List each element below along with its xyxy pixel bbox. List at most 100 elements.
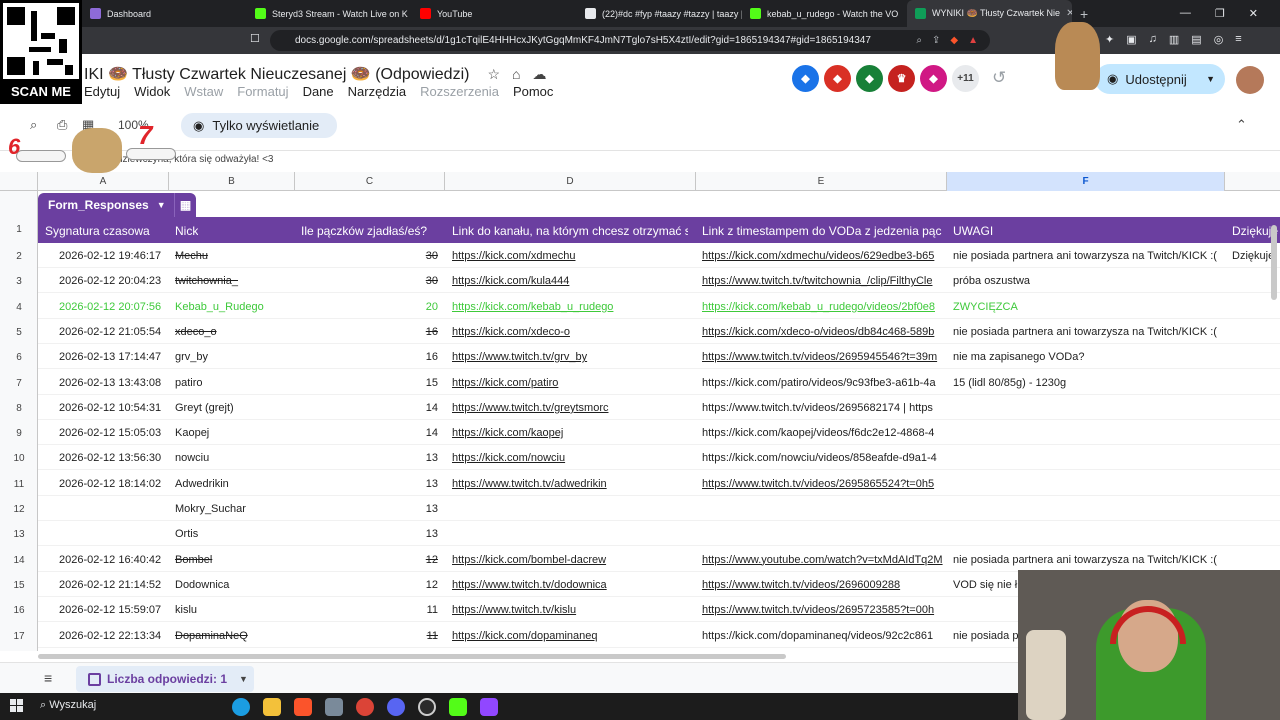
cell-vod-link[interactable]: https://www.twitch.tv/videos/2695723585?… bbox=[702, 604, 946, 616]
cell-channel-link[interactable]: https://kick.com/kebab_u_rudego bbox=[452, 301, 688, 313]
menu-insert[interactable]: Wstaw bbox=[184, 84, 223, 99]
windows-start-icon[interactable] bbox=[10, 699, 23, 712]
row-header[interactable]: 7 bbox=[0, 378, 38, 389]
kick-icon[interactable] bbox=[449, 698, 467, 716]
menu-format[interactable]: Formatuj bbox=[237, 84, 288, 99]
formula-bar[interactable]: dziewczyna, która się odważyła! <3 bbox=[0, 150, 1280, 171]
edge-icon[interactable] bbox=[232, 698, 250, 716]
app-icon[interactable] bbox=[325, 698, 343, 716]
file-explorer-icon[interactable] bbox=[263, 698, 281, 716]
discord-icon[interactable] bbox=[387, 698, 405, 716]
vertical-scrollbar[interactable] bbox=[1271, 225, 1277, 300]
obs-icon[interactable] bbox=[418, 698, 436, 716]
cell-vod-link[interactable]: https://kick.com/xdeco-o/videos/db84c468… bbox=[702, 326, 946, 338]
table-row[interactable]: 2026-02-12 10:54:31 Greyt (grejt) 14 https:… bbox=[38, 395, 1280, 420]
table-options-icon[interactable]: ▦ bbox=[174, 193, 196, 217]
cell-channel-link[interactable]: https://kick.com/kaopej bbox=[452, 427, 688, 439]
url-field[interactable]: docs.google.com/spreadsheets/d/1g1cTqilE… bbox=[270, 30, 990, 51]
maximize-icon[interactable]: ❐ bbox=[1215, 7, 1225, 20]
cell-channel-link[interactable]: https://www.twitch.tv/grv_by bbox=[452, 351, 688, 363]
menu-icon[interactable]: ≡ bbox=[1235, 33, 1241, 46]
cell-channel-link[interactable]: https://kick.com/xdmechu bbox=[452, 250, 688, 262]
row-header[interactable]: 2 bbox=[0, 251, 38, 262]
column-header-c[interactable]: C bbox=[295, 172, 445, 191]
menu-extensions[interactable]: Rozszerzenia bbox=[420, 84, 499, 99]
menu-help[interactable]: Pomoc bbox=[513, 84, 553, 99]
zoom-lens-icon[interactable]: ⌕ bbox=[916, 35, 922, 46]
table-row[interactable]: 2026-02-12 16:40:42 Bombel 12 https://kick.… bbox=[38, 547, 1280, 572]
table-row[interactable]: 2026-02-12 19:46:17 Mechu 30 https://kick.c… bbox=[38, 243, 1280, 268]
header-channel-link[interactable]: Link do kanału, na którym chcesz otrzyma… bbox=[452, 224, 688, 238]
sheet-tab-active[interactable]: Liczba odpowiedzi: 1 ▼ bbox=[76, 666, 254, 692]
cell-channel-link[interactable]: https://kick.com/patiro bbox=[452, 377, 688, 389]
table-row[interactable]: 2026-02-13 13:43:08 patiro 15 https://kick.… bbox=[38, 370, 1280, 395]
table-name-chip[interactable]: Form_Responses ▼ ▦ bbox=[38, 193, 196, 217]
brave-icon[interactable] bbox=[294, 698, 312, 716]
table-row[interactable]: 2026-02-12 15:05:03 Kaopej 14 https://kick.… bbox=[38, 420, 1280, 446]
media-icon[interactable]: ♫ bbox=[1149, 33, 1157, 46]
brave-rewards-icon[interactable]: ▲ bbox=[968, 35, 978, 46]
cell-channel-link[interactable]: https://www.twitch.tv/adwedrikin bbox=[452, 478, 688, 490]
cell-channel-link[interactable]: https://kick.com/xdeco-o bbox=[452, 326, 688, 338]
column-header-a[interactable]: A bbox=[38, 172, 169, 191]
cell-channel-link[interactable]: https://kick.com/kula444 bbox=[452, 275, 688, 287]
extensions-icon[interactable]: ✦ bbox=[1105, 33, 1114, 46]
row-header[interactable]: 8 bbox=[0, 403, 38, 414]
cell-channel-link[interactable]: https://kick.com/dopaminaneq bbox=[452, 630, 688, 642]
table-row[interactable]: 2026-02-12 20:04:23 twitchownia_ 30 https:/… bbox=[38, 268, 1280, 294]
star-icon[interactable]: ☆ bbox=[487, 66, 500, 83]
cell-vod-link[interactable]: https://www.twitch.tv/videos/2695682174 … bbox=[702, 402, 946, 414]
cell-vod-link[interactable]: https://kick.com/kebab_u_rudego/videos/2… bbox=[702, 301, 946, 313]
version-history-icon[interactable]: ↺ bbox=[992, 68, 1006, 88]
browser-tab-kebab-vod[interactable]: kebab_u_rudego - Watch the VO bbox=[742, 0, 907, 27]
vpn-icon[interactable]: ◎ bbox=[1214, 33, 1224, 46]
column-header-d[interactable]: D bbox=[445, 172, 696, 191]
document-title[interactable]: IKI 🍩 Tłusty Czwartek Nieuczesanej 🍩 (Od… bbox=[84, 64, 546, 84]
panel-icon[interactable]: ▥ bbox=[1169, 33, 1179, 46]
chrome-icon[interactable] bbox=[356, 698, 374, 716]
collaborator-avatar[interactable]: ◆ bbox=[824, 65, 851, 92]
column-header-g[interactable] bbox=[1225, 172, 1280, 191]
row-header[interactable]: 17 bbox=[0, 631, 38, 642]
cell-vod-link[interactable]: https://www.youtube.com/watch?v=txMdAIdT… bbox=[702, 554, 946, 566]
header-donut-count[interactable]: Ile pączków zjadłaś/eś? bbox=[301, 224, 446, 238]
header-notes[interactable]: UWAGI bbox=[953, 224, 993, 238]
close-window-icon[interactable]: ✕ bbox=[1249, 7, 1258, 20]
streamer-app-icon[interactable] bbox=[480, 698, 498, 716]
collaborator-avatar[interactable]: ♛ bbox=[888, 65, 915, 92]
cell-vod-link[interactable]: https://kick.com/patiro/videos/9c93fbe3-… bbox=[702, 377, 946, 389]
chevron-down-icon[interactable]: ▼ bbox=[157, 200, 166, 210]
column-header-f[interactable]: F bbox=[947, 172, 1225, 191]
row-header[interactable]: 16 bbox=[0, 605, 38, 616]
cell-vod-link[interactable]: https://kick.com/nowciu/videos/858eafde-… bbox=[702, 452, 946, 464]
table-row[interactable]: 2026-02-12 20:07:56 Kebab_u_Rudego 20 https… bbox=[38, 294, 1280, 319]
tab-close-icon[interactable]: ✕ bbox=[1066, 8, 1072, 19]
cell-vod-link[interactable]: https://www.twitch.tv/twitchownia_/clip/… bbox=[702, 275, 946, 287]
user-avatar[interactable] bbox=[1236, 66, 1264, 94]
more-collaborators-badge[interactable]: +11 bbox=[952, 65, 979, 92]
header-nick[interactable]: Nick bbox=[175, 224, 198, 238]
new-tab-button[interactable]: + bbox=[1080, 6, 1088, 22]
view-only-badge[interactable]: ◉ Tylko wyświetlanie bbox=[181, 113, 337, 138]
menu-tools[interactable]: Narzędzia bbox=[348, 84, 407, 99]
row-header[interactable]: 6 bbox=[0, 352, 38, 363]
cell-channel-link[interactable]: https://kick.com/bombel-dacrew bbox=[452, 554, 688, 566]
row-header[interactable]: 3 bbox=[0, 276, 38, 287]
row-header[interactable]: 5 bbox=[0, 327, 38, 338]
row-header[interactable]: 13 bbox=[0, 529, 38, 540]
table-row[interactable]: 2026-02-13 17:14:47 grv_by 16 https://www.t… bbox=[38, 344, 1280, 370]
menu-data[interactable]: Dane bbox=[303, 84, 334, 99]
table-row[interactable]: 2026-02-12 18:14:02 Adwedrikin 13 https://w… bbox=[38, 471, 1280, 496]
cell-channel-link[interactable]: https://www.twitch.tv/greytsmorc bbox=[452, 402, 688, 414]
cell-channel-link[interactable]: https://www.twitch.tv/kislu bbox=[452, 604, 688, 616]
table-row[interactable]: 2026-02-12 21:05:54 xdeco_o 16 https://kick… bbox=[38, 319, 1280, 344]
all-sheets-icon[interactable]: ≡ bbox=[44, 670, 52, 686]
move-to-drive-icon[interactable]: ⌂ bbox=[512, 66, 520, 83]
browser-tab-dashboard[interactable]: Dashboard bbox=[82, 0, 247, 27]
header-vod-link[interactable]: Link z timestampem do VODa z jedzenia pą… bbox=[702, 224, 946, 238]
row-header[interactable]: 10 bbox=[0, 453, 38, 464]
column-header-b[interactable]: B bbox=[169, 172, 295, 191]
collaborator-avatar[interactable]: ◆ bbox=[856, 65, 883, 92]
row-header[interactable]: 9 bbox=[0, 428, 38, 439]
cell-vod-link[interactable]: https://www.twitch.tv/videos/2695945546?… bbox=[702, 351, 946, 363]
